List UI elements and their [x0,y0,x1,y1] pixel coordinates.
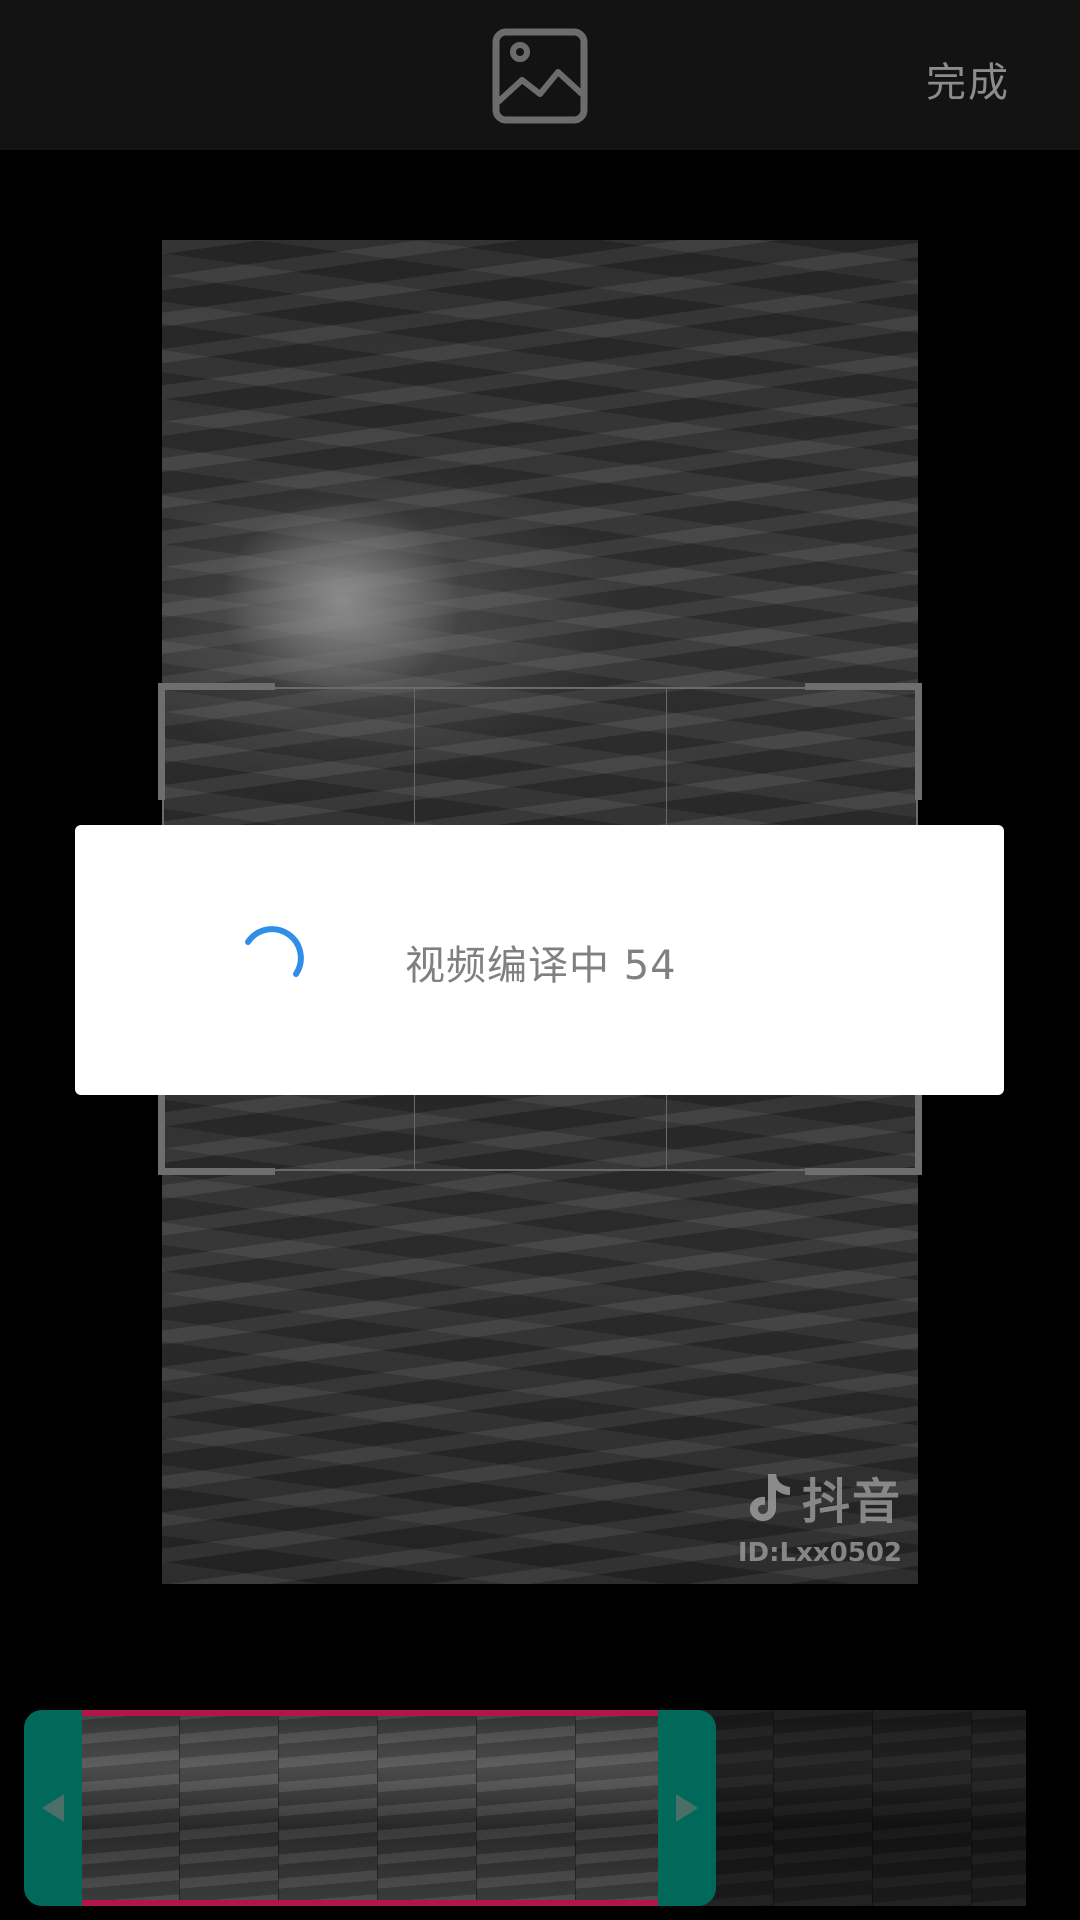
progress-message: 视频编译中 54 [405,943,677,989]
arrow-right-icon [676,1794,698,1822]
trim-handle-right[interactable] [658,1710,716,1906]
done-button[interactable]: 完成 [926,50,1010,108]
loading-spinner-icon [245,926,304,977]
image-gallery-icon [492,28,588,124]
unselected-overlay [678,1710,1026,1906]
arrow-left-icon [42,1794,64,1822]
timeline-strip[interactable] [24,1710,1026,1906]
tiktok-note-icon [749,1474,790,1521]
top-bar: 完成 [0,0,1080,150]
watermark-brand: 抖音 [801,1474,902,1530]
crop-corner-top-right[interactable] [805,683,922,800]
selection-range [72,1710,690,1906]
video-crop-screen: 完成 抖音 ID:Lxx0502 视频编译中 54 [0,0,1080,1920]
trim-handle-left[interactable] [24,1710,82,1906]
crop-corner-top-left[interactable] [158,683,275,800]
douyin-watermark: 抖音 ID:Lxx0502 [738,1462,902,1568]
watermark-id: ID:Lxx0502 [737,1538,902,1568]
gallery-button[interactable] [492,28,588,124]
